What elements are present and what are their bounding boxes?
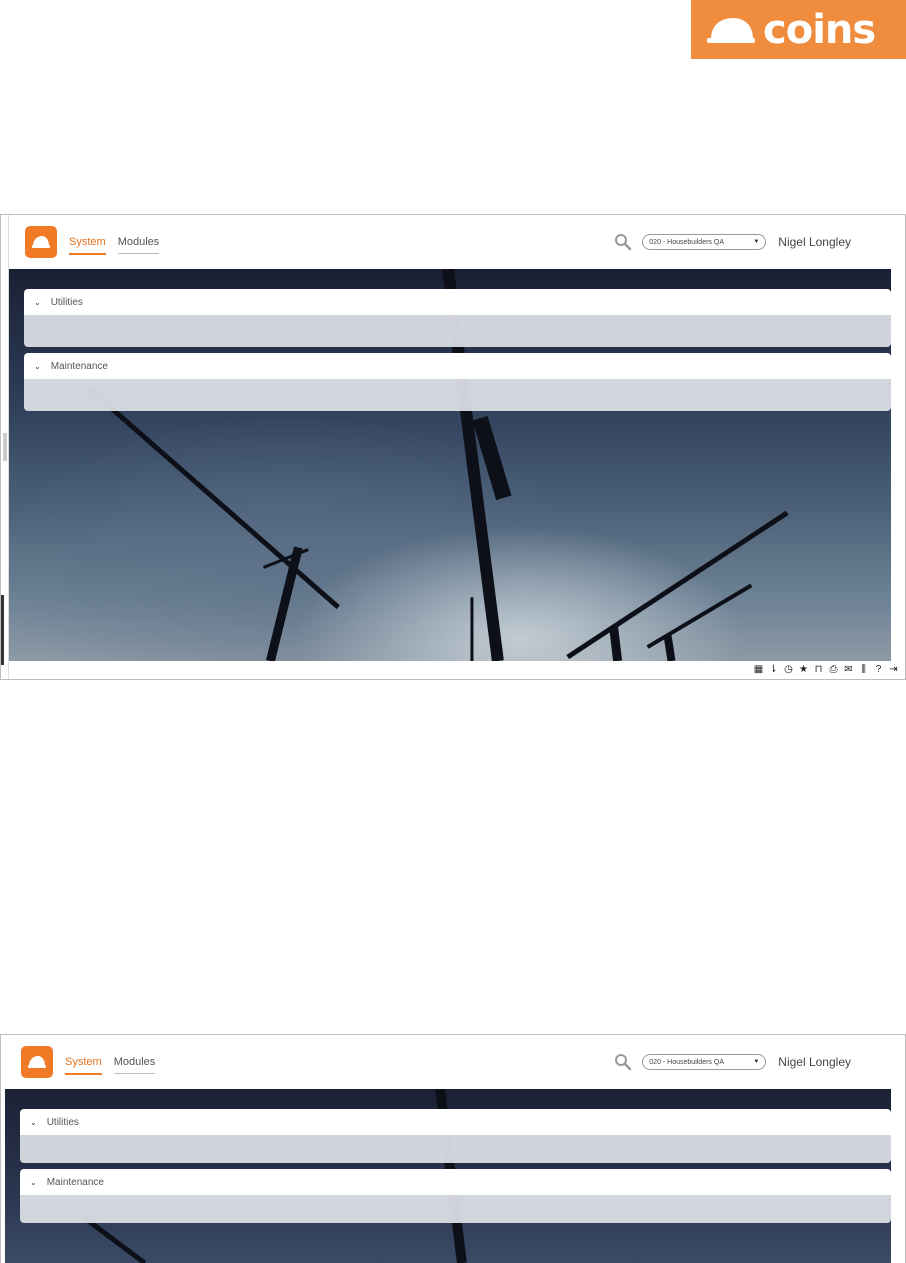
tab-system[interactable]: System [65,1050,102,1075]
logout-icon[interactable]: ⇥ [888,665,899,675]
utilities-panel: ⌄ Utilities [24,289,891,347]
utilities-panel: ⌄ Utilities [20,1109,891,1163]
utilities-panel-header[interactable]: ⌄ Utilities [20,1109,891,1135]
maintenance-panel-header[interactable]: ⌄ Maintenance [20,1169,891,1195]
maintenance-panel: ⌄ Maintenance [20,1169,891,1223]
printer-icon[interactable]: ⎙ [828,665,839,675]
utilities-panel-body [20,1135,891,1163]
caret-down-icon: ▼ [753,239,760,245]
maintenance-panel-body [20,1195,891,1223]
utilities-panel-header[interactable]: ⌄ Utilities [24,289,891,315]
hard-hat-icon [32,236,50,248]
chevron-down-icon: ⌄ [34,297,41,307]
utilities-panel-title: Utilities [50,296,83,308]
bookmark-icon[interactable]: ⊓ [813,665,824,675]
star-icon[interactable]: ★ [798,665,809,675]
search-icon[interactable] [614,233,632,251]
app-screenshot-2: System Modules 020 - Housebuilders QA ▼ … [0,1034,906,1263]
company-select-value: 020 - Housebuilders QA [649,1058,724,1066]
app-header: System Modules 020 - Housebuilders QA ▼ … [9,215,891,269]
company-select-value: 020 - Housebuilders QA [649,238,724,246]
caret-down-icon: ▼ [753,1059,760,1065]
tab-modules[interactable]: Modules [113,1050,156,1074]
utilities-panel-body [24,315,891,347]
app-screenshot-1: System Modules 020 - Housebuilders QA ▼ … [0,214,906,680]
background-image: ⌄ Utilities ⌄ Maintenance [5,1089,891,1263]
user-name[interactable]: Nigel Longley [778,235,851,249]
help-icon[interactable]: ? [873,665,884,675]
user-name[interactable]: Nigel Longley [778,1055,851,1069]
company-select[interactable]: 020 - Housebuilders QA ▼ [642,234,767,250]
coins-brand-logo: coins [691,0,906,59]
maintenance-panel-body [24,379,891,411]
tab-system[interactable]: System [69,230,106,255]
scroll-handle[interactable] [3,433,7,461]
left-scrollbar[interactable] [1,215,9,679]
window-edge [1,595,4,665]
maintenance-panel-title: Maintenance [50,360,108,372]
chevron-down-icon: ⌄ [30,1117,37,1127]
maintenance-panel-title: Maintenance [46,1176,104,1188]
mail-icon[interactable]: ✉ [843,665,854,675]
background-image: ⌄ Utilities ⌄ Maintenance [9,269,891,661]
grid-icon[interactable]: ▦ [753,665,764,675]
maintenance-panel: ⌄ Maintenance [24,353,891,411]
chevron-down-icon: ⌄ [34,361,41,371]
library-icon[interactable]: ⫼ [858,665,869,675]
brand-wordmark: coins [763,6,876,53]
search-icon[interactable] [614,1053,632,1071]
app-logo[interactable] [21,1046,53,1078]
tab-modules[interactable]: Modules [117,230,160,254]
chevron-down-icon: ⌄ [30,1177,37,1187]
hard-hat-icon [707,17,755,43]
history-icon[interactable]: ◷ [783,665,794,675]
company-select[interactable]: 020 - Housebuilders QA ▼ [642,1054,767,1070]
status-toolbar: ▦ ⇂ ◷ ★ ⊓ ⎙ ✉ ⫼ ? ⇥ [9,661,905,679]
maintenance-panel-header[interactable]: ⌄ Maintenance [24,353,891,379]
utilities-panel-title: Utilities [46,1116,79,1128]
app-header: System Modules 020 - Housebuilders QA ▼ … [5,1035,891,1089]
app-logo[interactable] [25,226,57,258]
hard-hat-icon [28,1056,46,1068]
pin-icon[interactable]: ⇂ [768,665,779,675]
